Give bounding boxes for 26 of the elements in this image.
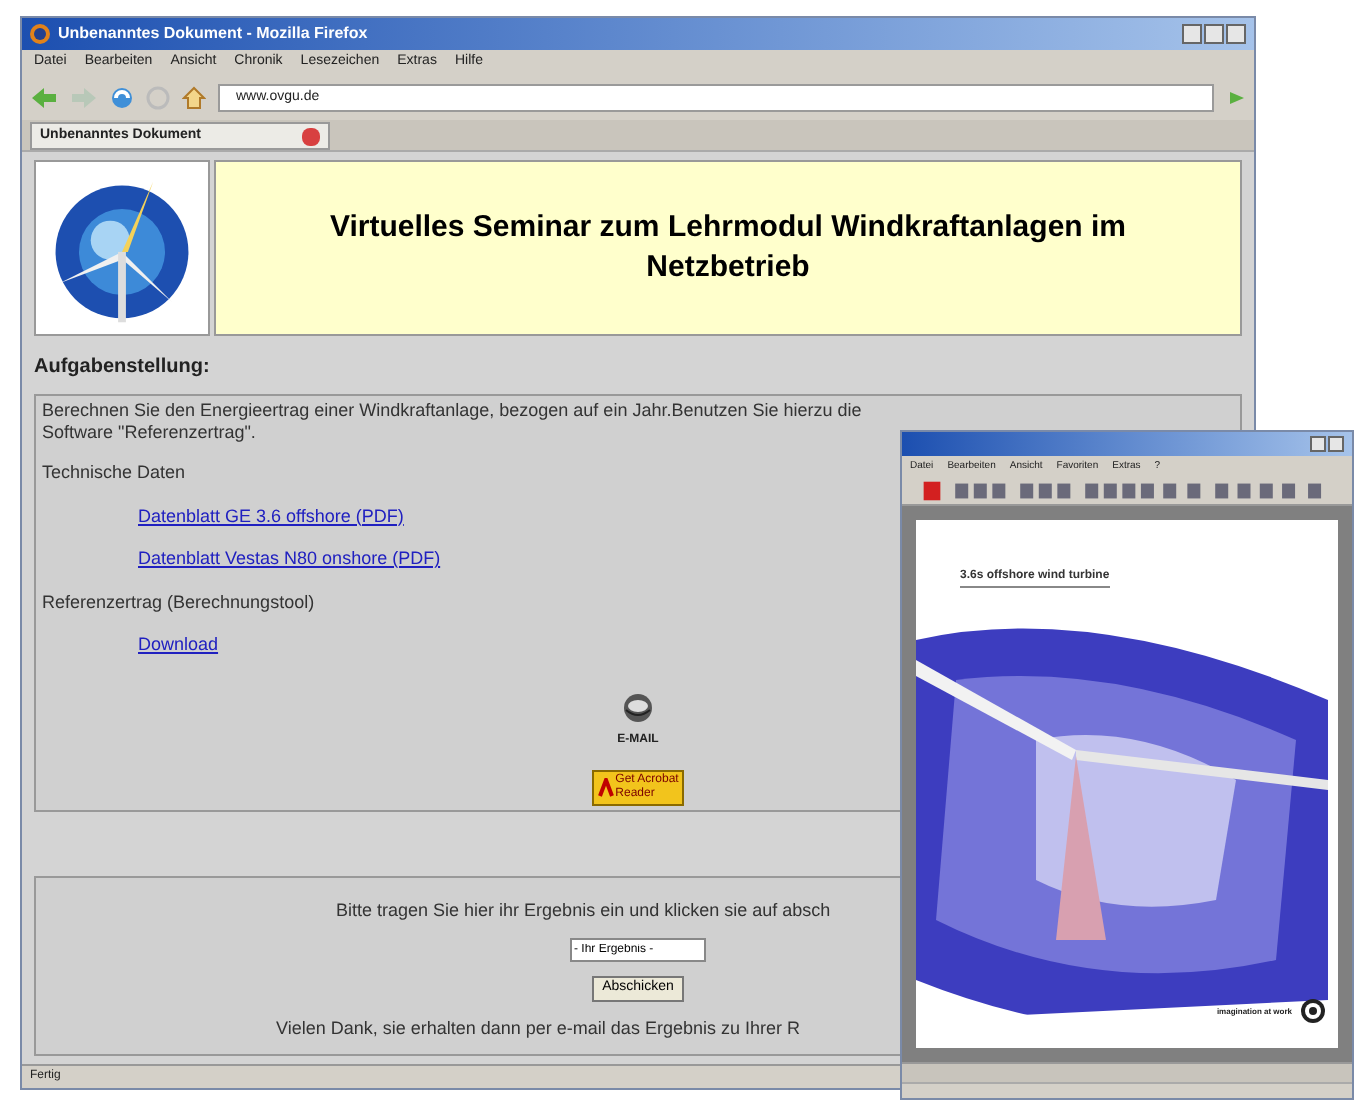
back-icon (30, 86, 58, 110)
close-button[interactable] (1328, 436, 1344, 452)
close-tab-icon[interactable] (302, 127, 320, 145)
stop-icon (146, 86, 170, 110)
home-icon (182, 86, 206, 110)
minimize-button[interactable] (1310, 436, 1326, 452)
document-link[interactable]: Datenblatt Vestas N80 onshore (PDF) (138, 546, 441, 573)
forward-icon (70, 86, 98, 110)
go-icon (1226, 88, 1246, 108)
form-instruction: Bitte tragen Sie hier ihr Ergebnis ein und klicken sie auf absch (336, 897, 831, 924)
reload-icon (110, 86, 134, 110)
minimize-button[interactable] (1182, 24, 1202, 44)
brand-logo-icon (1300, 998, 1326, 1024)
section-title: Aufgabenstellung: (34, 354, 212, 382)
section-label: Referenzertrag (Berechnungstool) (42, 589, 315, 616)
document-link[interactable]: Datenblatt GE 3.6 offshore (PDF) (138, 503, 404, 530)
maximize-button[interactable] (1204, 24, 1224, 44)
close-button[interactable] (1226, 24, 1246, 44)
acrobat-logo-icon (597, 777, 614, 797)
document-link[interactable]: Download (138, 632, 219, 659)
window-title: Unbenanntes Dokument - Mozilla Firefox (58, 22, 368, 46)
firefox-logo-icon (30, 24, 50, 44)
page-heading: Virtuelles Seminar zum Lehrmodul Windkraftanlagen im Netzbetrieb (327, 208, 1128, 288)
task-description: Berechnen Sie den Energieertrag einer Windkraftanlage, bezogen auf ein Jahr.Benutzen Sie hierzu die Software "Referenzertrag". (42, 400, 864, 444)
section-label: Technische Daten (42, 460, 186, 486)
thank-you-text: Vielen Dank, sie erhalten dann per e-mail das Ergebnis zu Ihrer R (276, 1016, 800, 1042)
